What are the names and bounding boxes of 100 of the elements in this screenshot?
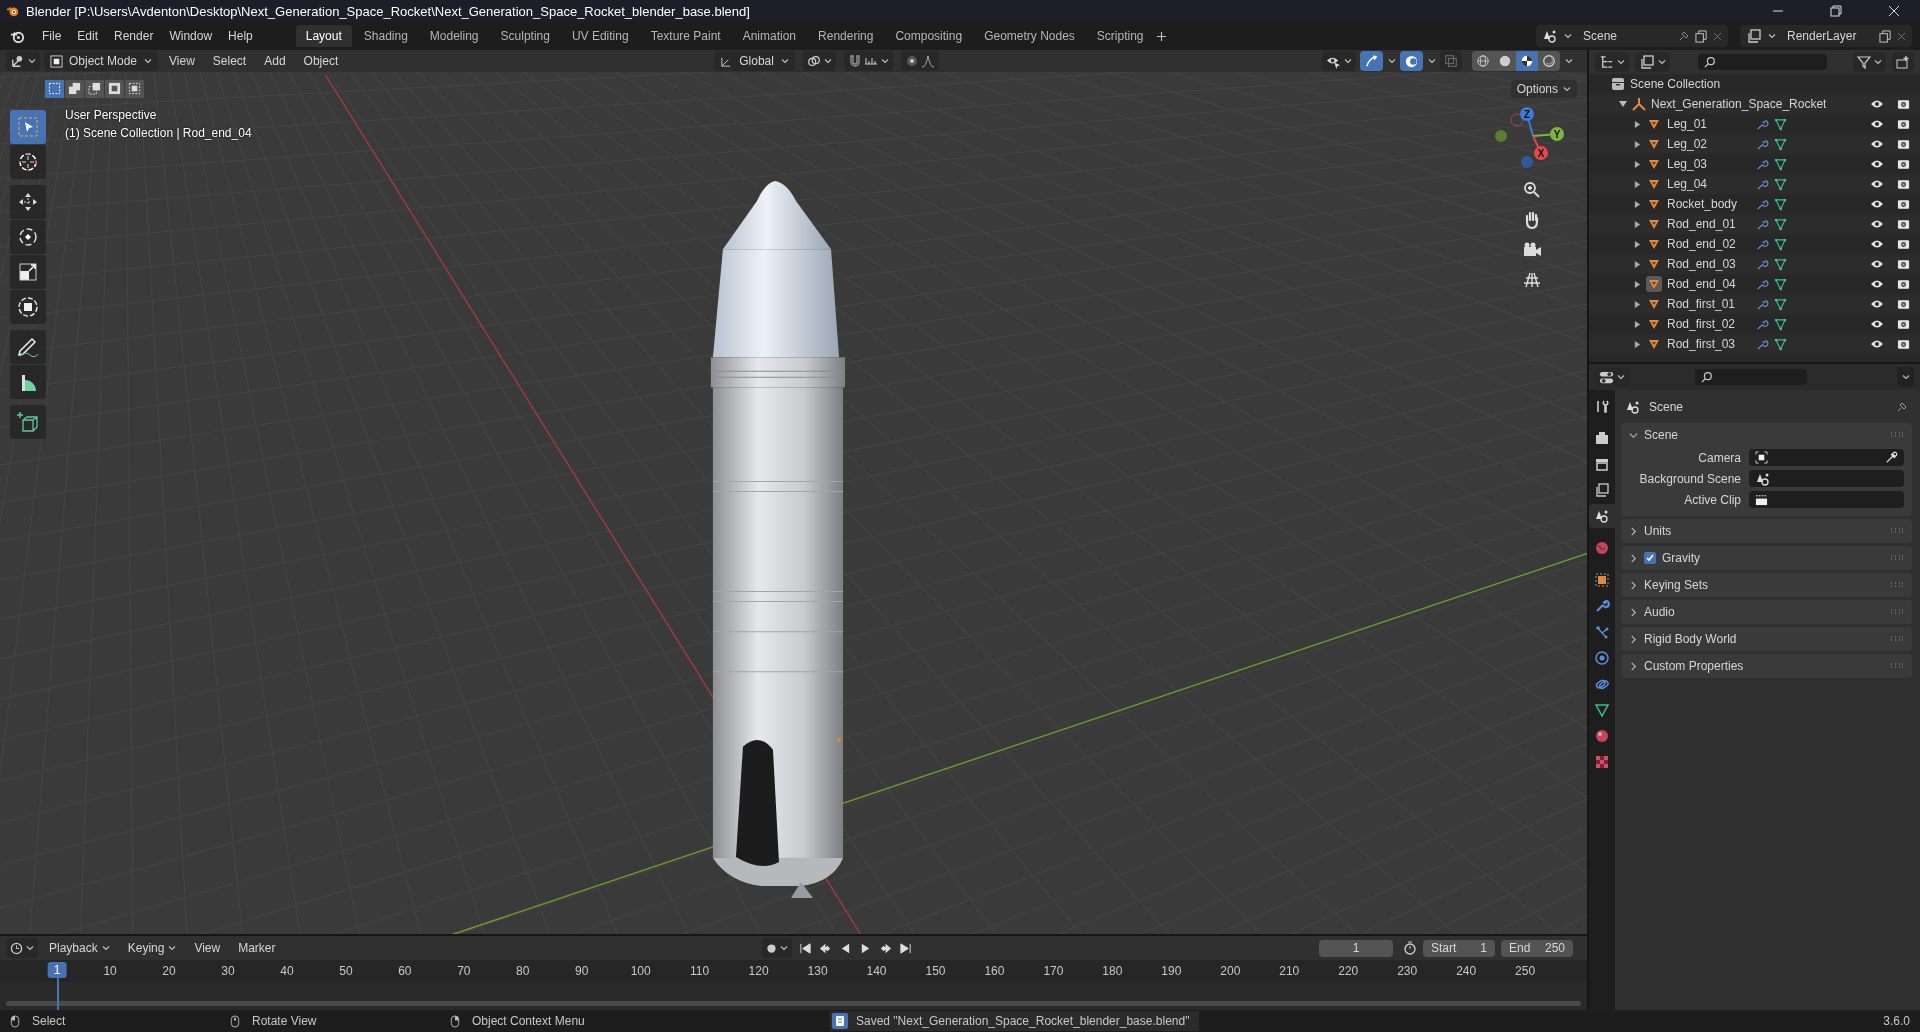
tool-button[interactable] [10, 365, 46, 399]
workspace-tab[interactable]: Scripting [1086, 25, 1154, 47]
outliner-item[interactable]: Rod_first_01 [1667, 297, 1751, 311]
camera-icon[interactable] [1897, 338, 1910, 350]
eyedropper-icon[interactable] [1885, 451, 1898, 464]
outliner-item[interactable]: Rod_first_03 [1667, 337, 1751, 351]
disclosure-triangle-icon[interactable] [1634, 160, 1641, 168]
options-dropdown[interactable] [1897, 367, 1914, 387]
restore-icon[interactable] [1830, 5, 1842, 17]
shading-mode-button[interactable] [1516, 51, 1538, 71]
overlay-toggle[interactable] [1400, 51, 1423, 71]
field[interactable] [1749, 449, 1904, 466]
current-frame-field[interactable]: 1 [1319, 939, 1393, 957]
workspace-tab[interactable]: Compositing [885, 25, 973, 47]
menu-item[interactable]: Marker [231, 938, 283, 958]
eye-icon[interactable] [1870, 219, 1884, 229]
camera-icon[interactable] [1897, 178, 1910, 190]
disclosure-chevron-icon[interactable] [1629, 430, 1638, 440]
previous-keyframe-icon[interactable] [818, 941, 832, 955]
disclosure-triangle-icon[interactable] [1634, 320, 1641, 328]
menu-item[interactable]: File [35, 26, 69, 46]
outliner-item[interactable]: Rod_end_04 [1667, 277, 1751, 291]
end-frame-field[interactable]: End 250 [1501, 939, 1573, 957]
menu-item[interactable]: Playback [42, 938, 117, 958]
duplicate-icon[interactable] [1879, 29, 1892, 43]
checkbox[interactable] [1644, 552, 1656, 564]
disclosure-triangle-icon[interactable] [1634, 340, 1641, 348]
drag-handle-icon[interactable] [1890, 528, 1904, 534]
menu-item[interactable]: Help [221, 26, 260, 46]
outliner-item[interactable]: Scene Collection [1630, 77, 1721, 91]
options-dropdown[interactable]: Options [1510, 80, 1577, 98]
panel-title[interactable]: Custom Properties [1644, 659, 1744, 673]
new-collection-button[interactable] [1892, 52, 1914, 72]
pin-icon[interactable] [1678, 30, 1690, 42]
select-mode-button[interactable] [105, 80, 124, 98]
tool-button[interactable] [10, 185, 46, 219]
panel-title[interactable]: Keying Sets [1644, 578, 1709, 592]
workspace-tab[interactable]: Animation [732, 25, 807, 47]
jump-end-icon[interactable] [898, 941, 912, 955]
menu-item[interactable]: View [187, 938, 228, 958]
menu-item[interactable]: Edit [70, 26, 106, 46]
camera-icon[interactable] [1897, 218, 1910, 230]
select-mode-button[interactable] [65, 80, 84, 98]
workspace-tab[interactable]: Modeling [419, 25, 489, 47]
gizmo-toggle[interactable] [1360, 51, 1383, 71]
drag-handle-icon[interactable] [1890, 663, 1904, 669]
search-field[interactable] [1698, 54, 1827, 70]
search-field[interactable] [1695, 369, 1807, 385]
display-mode-button[interactable] [1635, 52, 1670, 72]
tool-button[interactable] [10, 405, 46, 439]
drag-handle-icon[interactable] [1890, 582, 1904, 588]
eye-icon[interactable] [1870, 199, 1884, 209]
eye-icon[interactable] [1870, 179, 1884, 189]
outliner-item[interactable]: Leg_02 [1667, 137, 1751, 151]
scene-selector[interactable]: Scene [1536, 25, 1728, 47]
menu-item[interactable]: Object [296, 51, 346, 71]
zoom-icon[interactable] [1522, 180, 1542, 200]
disclosure-triangle-icon[interactable] [1619, 100, 1627, 108]
camera-icon[interactable] [1897, 158, 1910, 170]
eye-icon[interactable] [1870, 159, 1884, 169]
menu-item[interactable]: Keying [120, 938, 184, 958]
properties-tab[interactable] [1589, 504, 1615, 528]
pin-icon[interactable] [1896, 401, 1908, 413]
eye-icon[interactable] [1870, 339, 1884, 349]
proportional-button[interactable] [900, 51, 939, 71]
mesh-object-icon[interactable] [1646, 276, 1662, 292]
menu-item[interactable]: Add [257, 51, 293, 71]
camera-icon[interactable] [1897, 198, 1910, 210]
jump-start-icon[interactable] [798, 941, 812, 955]
menu-item[interactable]: Window [162, 26, 220, 46]
outliner-item[interactable]: Rod_end_01 [1667, 217, 1751, 231]
drag-handle-icon[interactable] [1890, 636, 1904, 642]
panel-title[interactable]: Audio [1644, 605, 1675, 619]
eye-icon[interactable] [1870, 119, 1884, 129]
workspace-tab[interactable]: Texture Paint [640, 25, 731, 47]
eye-icon[interactable] [1870, 279, 1884, 289]
camera-icon[interactable] [1897, 278, 1910, 290]
add-icon[interactable] [1155, 30, 1167, 42]
grid-icon[interactable] [1522, 270, 1542, 290]
panel-title[interactable]: Scene [1644, 428, 1679, 442]
camera-icon[interactable] [1897, 318, 1910, 330]
tool-button[interactable] [10, 330, 46, 364]
drag-handle-icon[interactable] [1890, 555, 1904, 561]
xray-toggle[interactable] [1440, 51, 1462, 71]
filter-button[interactable] [1853, 52, 1886, 72]
menu-item[interactable]: Select [205, 51, 254, 71]
camera-icon[interactable] [1897, 238, 1910, 250]
start-frame-field[interactable]: Start 1 [1423, 939, 1495, 957]
pivot-button[interactable] [802, 51, 836, 71]
editor-type-button[interactable] [6, 938, 38, 958]
disclosure-triangle-icon[interactable] [1634, 300, 1641, 308]
disclosure-triangle-icon[interactable] [1634, 260, 1641, 268]
tool-button[interactable] [10, 145, 46, 179]
disclosure-chevron-icon[interactable] [1629, 661, 1638, 671]
workspace-tab[interactable]: Rendering [808, 25, 884, 47]
record-button[interactable] [761, 938, 792, 958]
panel-title[interactable]: Gravity [1662, 551, 1700, 565]
outliner-item[interactable]: Leg_03 [1667, 157, 1751, 171]
menu-item[interactable]: Render [107, 26, 161, 46]
navigation-gizmo[interactable]: Z Y X [1487, 100, 1577, 170]
